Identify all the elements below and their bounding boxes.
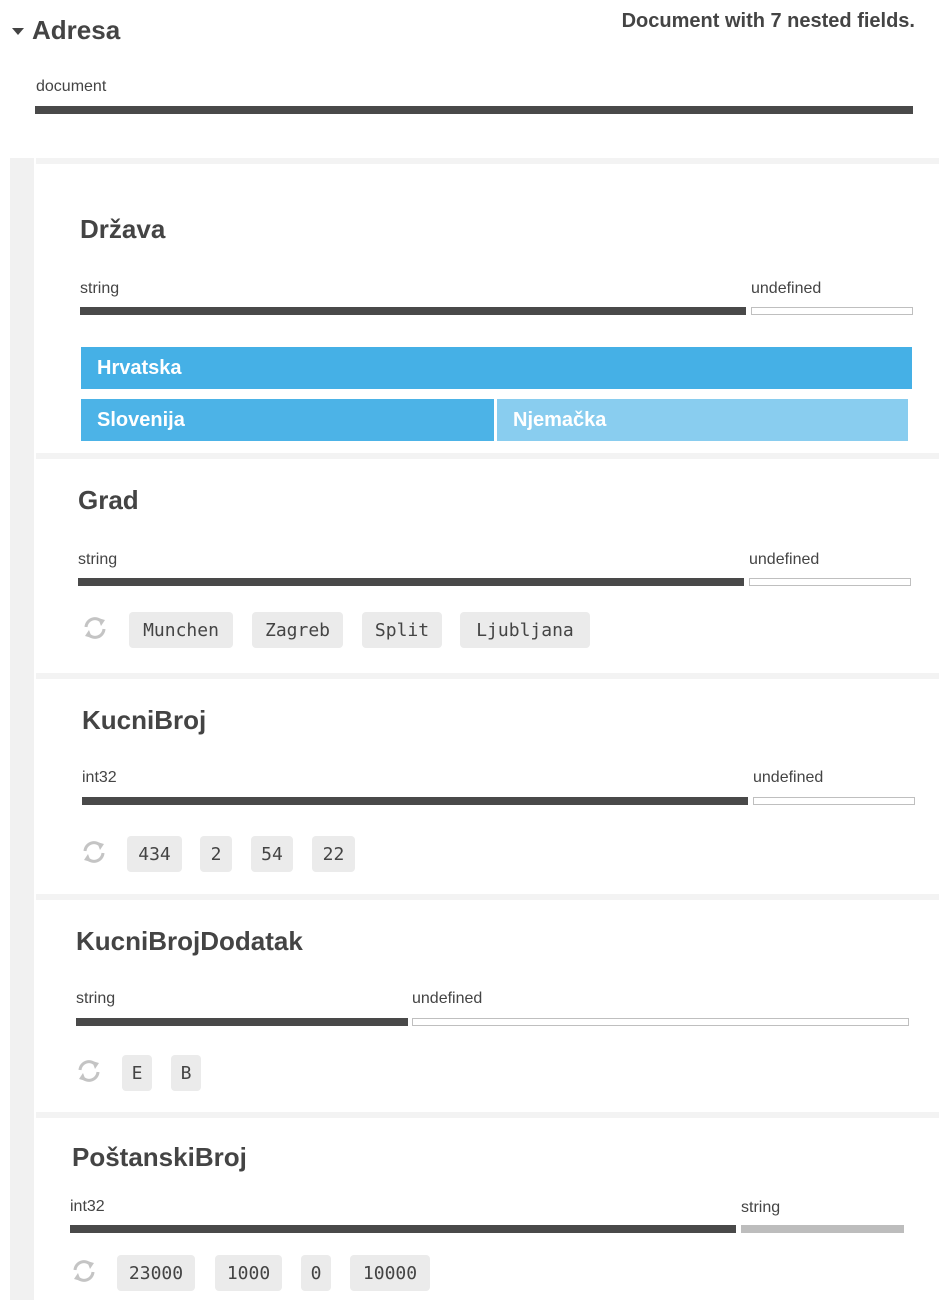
type-bar-main[interactable] xyxy=(70,1225,736,1233)
caret-down-icon[interactable] xyxy=(12,27,24,35)
type-bar-other[interactable] xyxy=(753,797,915,805)
type-bar-other[interactable] xyxy=(412,1018,909,1026)
type-label-main: string xyxy=(76,990,116,1007)
field-name: KucniBrojDodatak xyxy=(76,926,303,956)
type-label-other: undefined xyxy=(751,280,822,297)
sample-chip[interactable]: 1000 xyxy=(215,1255,282,1291)
type-bar-main[interactable] xyxy=(78,578,744,586)
refresh-icon[interactable] xyxy=(75,1057,103,1085)
type-label-main: int32 xyxy=(82,769,117,786)
field-name: Država xyxy=(80,214,166,244)
sample-chip[interactable]: 22 xyxy=(312,836,355,872)
refresh-icon[interactable] xyxy=(81,614,109,642)
field-summary: Document with 7 nested fields. xyxy=(621,10,915,32)
type-bar-other[interactable] xyxy=(741,1225,904,1233)
schema-header[interactable]: Adresa xyxy=(12,12,120,48)
sample-chip[interactable]: 23000 xyxy=(117,1255,195,1291)
sample-chip[interactable]: Munchen xyxy=(129,612,233,648)
type-bar-other[interactable] xyxy=(749,578,911,586)
sample-chip[interactable]: Split xyxy=(362,612,442,648)
sample-chip[interactable]: 10000 xyxy=(350,1255,430,1291)
sample-chip[interactable]: 0 xyxy=(301,1255,331,1291)
type-bar-other[interactable] xyxy=(751,307,913,315)
type-label-other: string xyxy=(741,1199,781,1216)
type-bar-main[interactable] xyxy=(80,307,746,315)
sample-chip[interactable]: 54 xyxy=(251,836,293,872)
sample-chip[interactable]: Zagreb xyxy=(252,612,343,648)
sample-chip[interactable]: E xyxy=(122,1055,152,1091)
field-name: PoštanskiBroj xyxy=(72,1142,247,1172)
type-bar-main[interactable] xyxy=(82,797,748,805)
field-name: Grad xyxy=(78,485,139,515)
type-label-other: undefined xyxy=(753,769,824,786)
type-label-document: document xyxy=(36,78,107,95)
field-name: KucniBroj xyxy=(82,705,207,735)
sample-chip[interactable]: 434 xyxy=(127,836,182,872)
type-label-other: undefined xyxy=(412,990,483,1007)
type-bar-main[interactable] xyxy=(76,1018,408,1026)
value-bar-slovenija[interactable]: Slovenija xyxy=(81,399,494,441)
nested-rail xyxy=(10,158,34,1300)
type-label-main: int32 xyxy=(70,1198,105,1215)
type-bar-document[interactable] xyxy=(35,106,913,114)
type-label-main: string xyxy=(80,280,120,297)
sample-chip[interactable]: Ljubljana xyxy=(460,612,590,648)
value-bar-hrvatska[interactable]: Hrvatska xyxy=(81,347,912,389)
sample-chip[interactable]: 2 xyxy=(200,836,232,872)
sample-chip[interactable]: B xyxy=(171,1055,201,1091)
refresh-icon[interactable] xyxy=(80,838,108,866)
type-label-other: undefined xyxy=(749,551,820,568)
refresh-icon[interactable] xyxy=(70,1257,98,1285)
field-title: Adresa xyxy=(32,14,121,45)
type-label-main: string xyxy=(78,551,118,568)
value-bar-njemacka[interactable]: Njemačka xyxy=(497,399,908,441)
